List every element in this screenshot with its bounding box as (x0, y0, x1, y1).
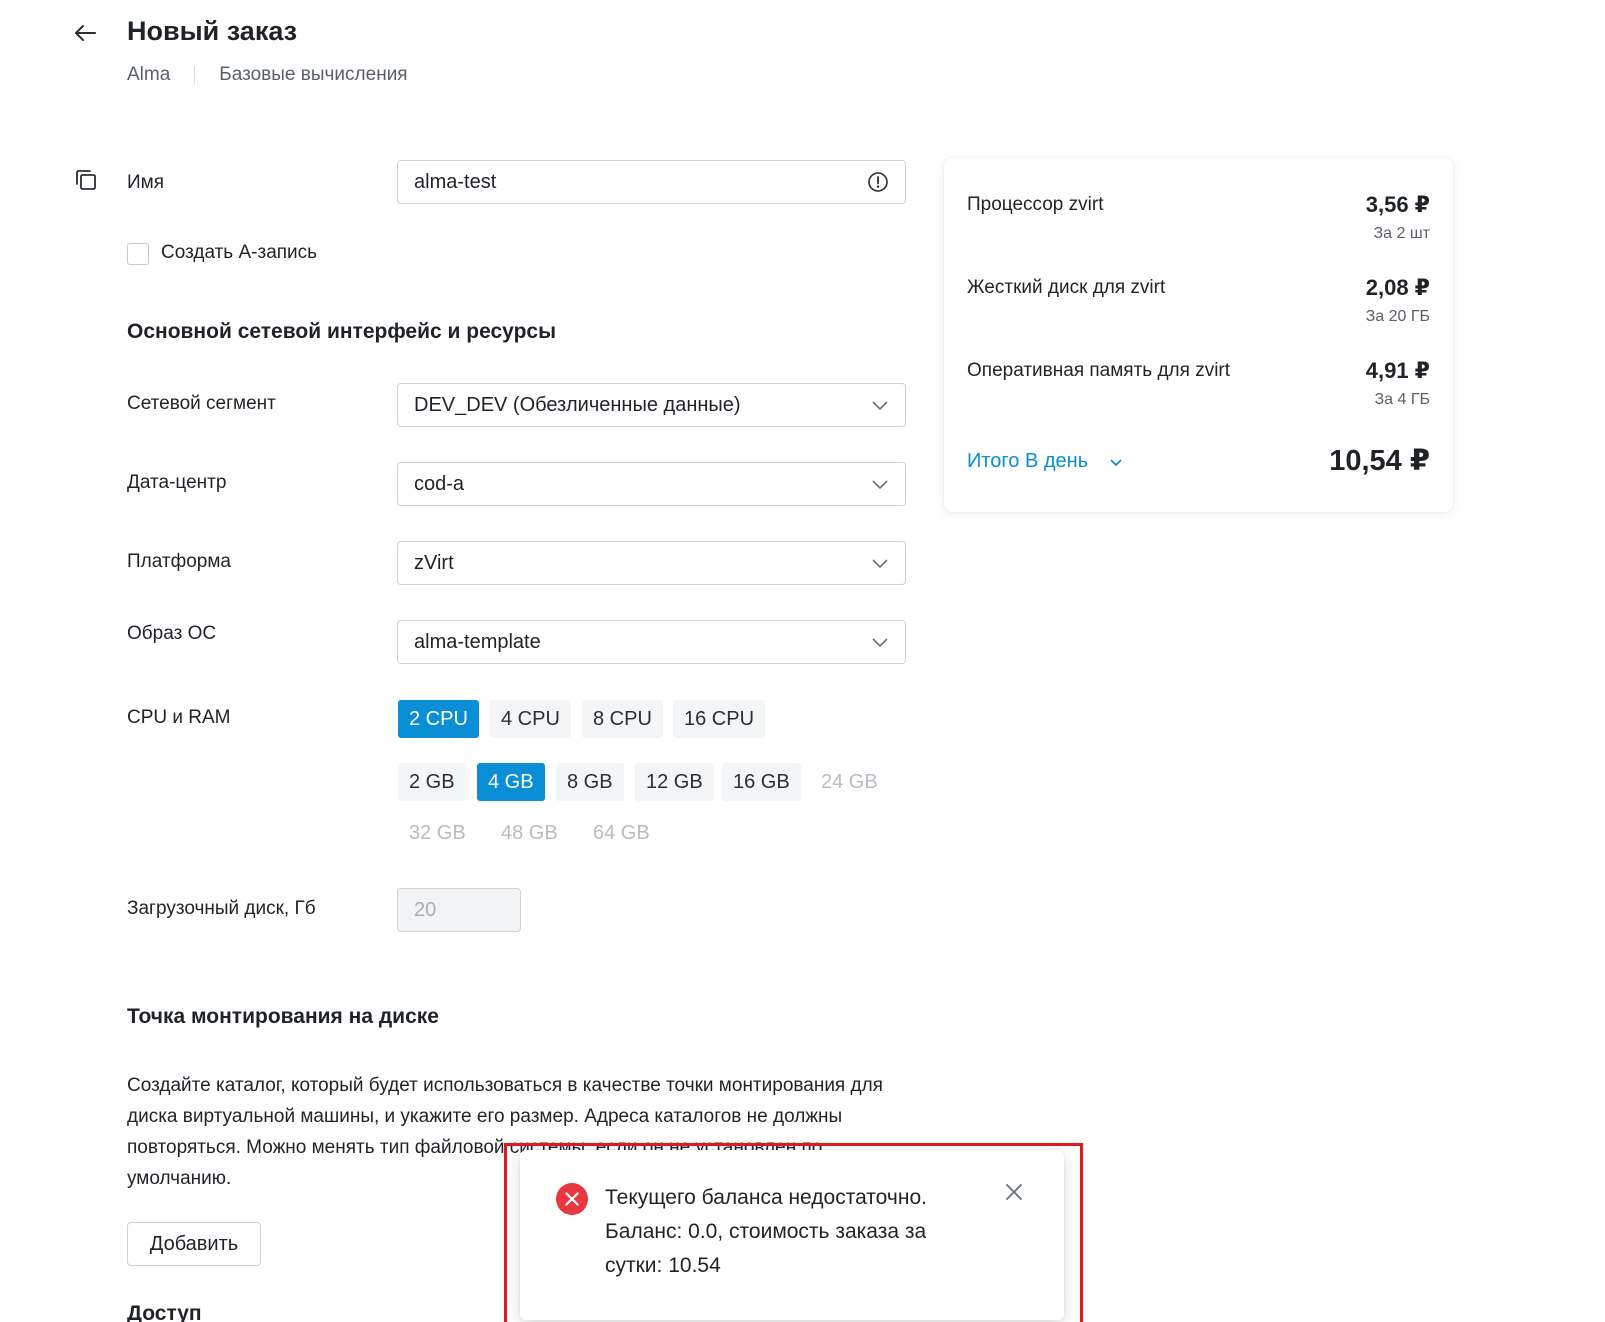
ram-option-64: 64 GB (593, 821, 650, 844)
network-section-title: Основной сетевой интерфейс и ресурсы (127, 320, 557, 343)
breadcrumb-separator (194, 66, 196, 84)
cpu-option-8[interactable]: 8 CPU (582, 700, 663, 738)
chevron-down-icon (872, 559, 888, 569)
info-icon (868, 172, 888, 192)
create-a-record-label[interactable]: Создать А-запись (161, 242, 317, 264)
cpu-ram-label: CPU и RAM (127, 707, 231, 728)
platform-label: Платформа (127, 551, 231, 572)
chevron-down-icon (1110, 458, 1122, 466)
name-input[interactable]: alma-test (397, 160, 906, 204)
chevron-down-icon (872, 480, 888, 490)
network-segment-label: Сетевой сегмент (127, 393, 276, 414)
highlight-outline (504, 1143, 1083, 1322)
summary-item-price: 3,56 ₽ (1365, 192, 1430, 217)
os-image-select[interactable]: alma-template (397, 620, 906, 664)
boot-disk-value: 20 (414, 898, 437, 921)
ram-option-32: 32 GB (409, 821, 466, 844)
summary-item-price: 4,91 ₽ (1365, 358, 1430, 383)
chevron-down-icon (872, 638, 888, 648)
summary-item-name: Жесткий диск для zvirt (967, 277, 1166, 298)
summary-item-qty: За 4 ГБ (1374, 391, 1430, 408)
mount-section-title: Точка монтирования на диске (127, 1005, 439, 1028)
total-value: 10,54 ₽ (1329, 445, 1430, 477)
breadcrumb-item-compute[interactable]: Базовые вычисления (219, 64, 407, 86)
ram-option-2[interactable]: 2 GB (398, 763, 466, 801)
copy-icon[interactable] (74, 168, 98, 192)
ram-option-12[interactable]: 12 GB (635, 763, 714, 801)
total-period-toggle[interactable]: Итого В день (967, 450, 1124, 473)
ram-option-48: 48 GB (501, 821, 558, 844)
summary-item-price: 2,08 ₽ (1365, 275, 1430, 300)
cpu-option-4[interactable]: 4 CPU (490, 700, 571, 738)
datacenter-value: cod-a (414, 472, 465, 495)
add-mount-button[interactable]: Добавить (127, 1222, 261, 1266)
network-segment-select[interactable]: DEV_DEV (Обезличенные данные) (397, 383, 906, 427)
network-segment-value: DEV_DEV (Обезличенные данные) (414, 393, 741, 416)
ram-option-4[interactable]: 4 GB (477, 763, 545, 801)
breadcrumb: Alma Базовые вычисления (127, 64, 408, 86)
boot-disk-input: 20 (397, 888, 521, 932)
ram-option-16[interactable]: 16 GB (722, 763, 801, 801)
datacenter-select[interactable]: cod-a (397, 462, 906, 506)
create-a-record-checkbox[interactable] (127, 243, 149, 265)
platform-select[interactable]: zVirt (397, 541, 906, 585)
cpu-option-2[interactable]: 2 CPU (398, 700, 479, 738)
chevron-down-icon (872, 401, 888, 411)
summary-item-qty: За 20 ГБ (1365, 308, 1430, 325)
name-input-value: alma-test (414, 170, 497, 193)
ram-option-8[interactable]: 8 GB (556, 763, 624, 801)
os-image-label: Образ ОС (127, 623, 217, 644)
os-image-value: alma-template (414, 630, 541, 653)
summary-item-name: Процессор zvirt (967, 194, 1104, 215)
back-button[interactable] (68, 18, 102, 48)
name-label: Имя (127, 172, 165, 193)
total-label: Итого В день (967, 450, 1089, 472)
order-summary-card: Процессор zvirt 3,56 ₽ За 2 шт Жесткий д… (944, 158, 1453, 512)
summary-item-qty: За 2 шт (1373, 225, 1430, 242)
datacenter-label: Дата-центр (127, 472, 227, 493)
boot-disk-label: Загрузочный диск, Гб (127, 898, 316, 919)
page-title: Новый заказ (127, 16, 298, 46)
access-section-title: Доступ (127, 1302, 202, 1322)
platform-value: zVirt (414, 551, 454, 574)
arrow-left-icon (75, 25, 96, 41)
cpu-option-16[interactable]: 16 CPU (673, 700, 766, 738)
summary-item-name: Оперативная память для zvirt (967, 360, 1231, 381)
ram-option-24: 24 GB (821, 770, 878, 793)
breadcrumb-item-alma[interactable]: Alma (127, 64, 170, 86)
